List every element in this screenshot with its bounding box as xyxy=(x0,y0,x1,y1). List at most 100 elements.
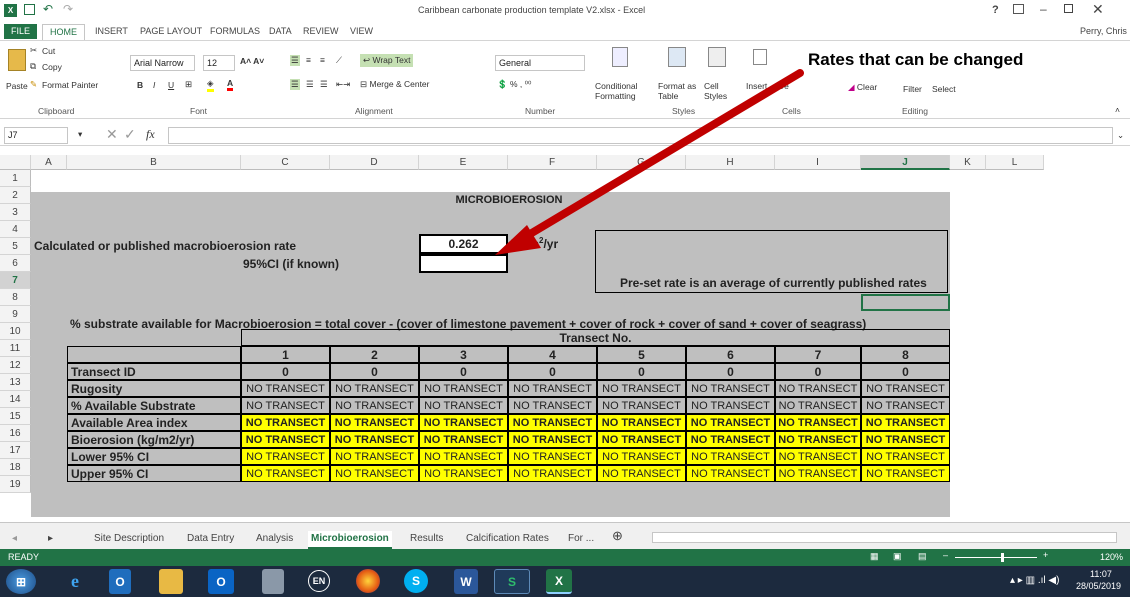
row-header-5[interactable]: 5 xyxy=(0,238,31,255)
ci-input-cell[interactable] xyxy=(419,254,508,273)
calculator-icon[interactable] xyxy=(262,569,284,594)
sheet-tab-more[interactable]: For ... xyxy=(568,531,594,547)
row-header-2[interactable]: 2 xyxy=(0,187,31,204)
outlook-icon[interactable]: O xyxy=(208,569,234,594)
restore-icon[interactable] xyxy=(1064,4,1073,13)
skype-business-icon[interactable]: S xyxy=(494,569,530,594)
row-header-13[interactable]: 13 xyxy=(0,374,31,391)
scroll-tabs-right-icon[interactable]: ▸ xyxy=(48,531,53,547)
row-header-1[interactable]: 1 xyxy=(0,170,31,187)
zoom-out-icon[interactable]: – xyxy=(943,550,948,560)
align-left-icon[interactable]: ☰ xyxy=(290,79,300,90)
normal-view-icon[interactable]: ▦ xyxy=(870,551,879,562)
tab-view[interactable]: VIEW xyxy=(343,24,380,40)
row-header-3[interactable]: 3 xyxy=(0,204,31,221)
conditional-formatting-button[interactable]: Conditional Formatting xyxy=(595,81,638,101)
insert-cells-icon[interactable] xyxy=(753,49,767,65)
help-icon[interactable]: ? xyxy=(992,4,999,16)
tab-insert[interactable]: INSERT xyxy=(88,24,135,40)
close-icon[interactable]: ✕ xyxy=(1092,1,1104,18)
col-header-f[interactable]: F xyxy=(508,155,597,170)
row-header-18[interactable]: 18 xyxy=(0,459,31,476)
number-format-select[interactable]: General xyxy=(495,55,585,71)
orientation-icon[interactable]: ⟋ xyxy=(336,55,342,66)
col-header-b[interactable]: B xyxy=(67,155,241,170)
col-header-g[interactable]: G xyxy=(597,155,686,170)
align-bottom-icon[interactable]: ≡ xyxy=(320,55,325,65)
row-header-7[interactable]: 7 xyxy=(0,272,31,289)
sheet-tab-site-description[interactable]: Site Description xyxy=(94,531,164,547)
select-all-corner[interactable] xyxy=(0,155,31,170)
row-header-6[interactable]: 6 xyxy=(0,255,31,272)
start-button-icon[interactable]: ⊞ xyxy=(6,569,36,594)
cell-styles-button[interactable]: Cell Styles xyxy=(704,81,727,101)
paste-button[interactable]: Paste xyxy=(6,81,28,91)
borders-icon[interactable]: ⊞ xyxy=(185,79,192,90)
cut-button[interactable]: Cut xyxy=(42,46,55,56)
format-painter-button[interactable]: Format Painter xyxy=(42,80,98,90)
tab-page-layout[interactable]: PAGE LAYOUT xyxy=(133,24,209,40)
font-color-icon[interactable]: A xyxy=(227,78,234,91)
cell-styles-icon[interactable] xyxy=(708,47,726,67)
sheet-tab-analysis[interactable]: Analysis xyxy=(256,531,293,547)
indent-icon[interactable]: ⇤⇥ xyxy=(336,79,350,90)
row-header-11[interactable]: 11 xyxy=(0,340,31,357)
formula-input[interactable] xyxy=(168,127,1113,144)
clock-time[interactable]: 11:07 xyxy=(1090,569,1112,579)
font-name-select[interactable]: Arial Narrow xyxy=(130,55,195,71)
zoom-slider[interactable] xyxy=(955,557,1037,558)
firefox-icon[interactable] xyxy=(356,569,380,593)
align-top-icon[interactable]: ☰ xyxy=(290,55,300,66)
tab-home[interactable]: HOME xyxy=(42,24,85,40)
name-box-dropdown-icon[interactable]: ▾ xyxy=(78,129,82,140)
page-layout-view-icon[interactable]: ▣ xyxy=(893,551,902,562)
tab-review[interactable]: REVIEW xyxy=(296,24,346,40)
user-name[interactable]: Perry, Chris xyxy=(1080,26,1127,36)
cancel-entry-icon[interactable]: ✕ xyxy=(106,126,118,143)
wrap-text-button[interactable]: ↩ Wrap Text xyxy=(360,54,414,67)
file-explorer-icon[interactable] xyxy=(159,569,183,594)
col-header-d[interactable]: D xyxy=(330,155,419,170)
clear-button[interactable]: ◢ Clear xyxy=(848,82,877,93)
row-header-17[interactable]: 17 xyxy=(0,442,31,459)
increase-font-icon[interactable]: A˄ A˅ xyxy=(240,56,264,66)
sheet-tab-results[interactable]: Results xyxy=(410,531,443,547)
fill-color-icon[interactable]: ◈ xyxy=(207,78,214,92)
row-header-9[interactable]: 9 xyxy=(0,306,31,323)
row-header-4[interactable]: 4 xyxy=(0,221,31,238)
col-header-a[interactable]: A xyxy=(31,155,67,170)
sheet-tab-data-entry[interactable]: Data Entry xyxy=(187,531,234,547)
undo-icon[interactable]: ↶ xyxy=(43,2,53,16)
sheet-tab-calcification-rates[interactable]: Calcification Rates xyxy=(466,531,549,547)
row-header-15[interactable]: 15 xyxy=(0,408,31,425)
tray-icons[interactable]: ▴ ▸ ▥ .ıl ◀) xyxy=(1010,575,1059,586)
bold-button[interactable]: B xyxy=(137,80,143,90)
tab-formulas[interactable]: FORMULAS xyxy=(203,24,267,40)
row-header-14[interactable]: 14 xyxy=(0,391,31,408)
row-header-19[interactable]: 19 xyxy=(0,476,31,493)
save-icon[interactable] xyxy=(24,4,35,15)
word-icon[interactable]: W xyxy=(454,569,478,594)
col-header-k[interactable]: K xyxy=(950,155,986,170)
collapse-ribbon-icon[interactable]: ˄ xyxy=(1115,105,1120,115)
tab-file[interactable]: FILE xyxy=(4,24,38,39)
col-header-h[interactable]: H xyxy=(686,155,775,170)
name-box[interactable]: J7 xyxy=(4,127,68,144)
insert-cells-button[interactable]: Insert xyxy=(746,81,767,91)
outlook-calendar-icon[interactable]: O xyxy=(109,569,131,594)
excel-taskbar-icon[interactable]: X xyxy=(546,569,572,594)
format-as-table-button[interactable]: Format as Table xyxy=(658,81,696,101)
underline-button[interactable]: U xyxy=(168,80,174,90)
zoom-level[interactable]: 120% xyxy=(1100,552,1123,562)
row-header-10[interactable]: 10 xyxy=(0,323,31,340)
row-header-16[interactable]: 16 xyxy=(0,425,31,442)
redo-icon[interactable]: ↷ xyxy=(63,2,73,16)
conditional-formatting-icon[interactable] xyxy=(612,47,628,67)
page-break-view-icon[interactable]: ▤ xyxy=(918,551,927,562)
italic-button[interactable]: I xyxy=(153,80,155,90)
col-header-l[interactable]: L xyxy=(986,155,1044,170)
col-header-j[interactable]: J xyxy=(861,155,950,170)
confirm-entry-icon[interactable]: ✓ xyxy=(124,126,136,143)
clock-date[interactable]: 28/05/2019 xyxy=(1076,581,1121,591)
selected-cell-j7[interactable] xyxy=(861,294,950,311)
